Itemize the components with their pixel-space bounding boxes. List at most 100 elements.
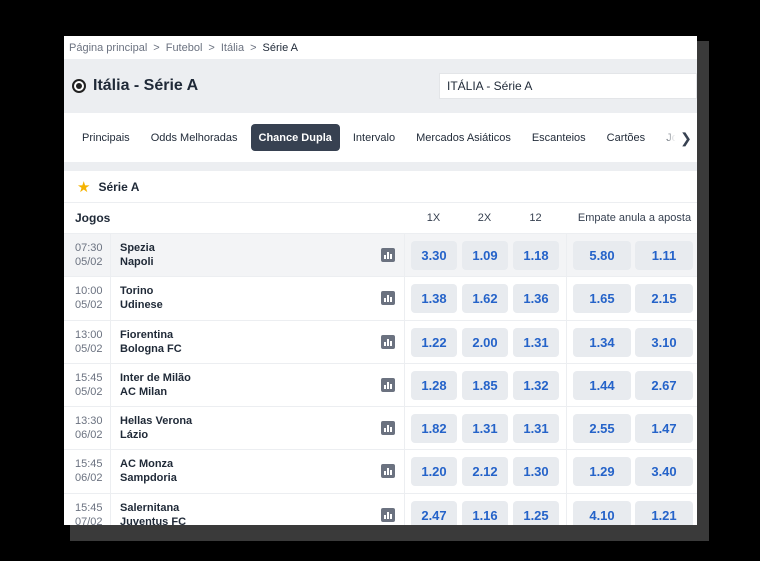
odd-draw-no-bet-away-button[interactable]: 3.40 xyxy=(635,457,693,487)
odd-1x-button[interactable]: 1.38 xyxy=(411,284,457,314)
home-team[interactable]: Hellas Verona xyxy=(120,414,192,428)
match-time: 15:45 xyxy=(75,371,103,384)
home-team[interactable]: Inter de Milão xyxy=(120,371,191,385)
match-teams[interactable]: Torino Udinese xyxy=(120,284,163,312)
tab-escanteios[interactable]: Escanteios xyxy=(524,124,594,151)
home-team[interactable]: Fiorentina xyxy=(120,328,182,342)
away-team[interactable]: AC Milan xyxy=(120,385,191,399)
odd-1x-button[interactable]: 2.47 xyxy=(411,500,457,525)
odd-1x-button[interactable]: 3.30 xyxy=(411,241,457,270)
away-team[interactable]: Juventus FC xyxy=(120,515,186,525)
odd-2x-button[interactable]: 1.09 xyxy=(462,241,508,270)
home-team[interactable]: Spezia xyxy=(120,241,155,255)
odd-12-button[interactable]: 1.25 xyxy=(513,500,559,525)
match-date: 05/02 xyxy=(75,342,103,355)
home-team[interactable]: Salernitana xyxy=(120,501,186,515)
column-headers: Jogos 1X 2X 12 Empate anula a aposta xyxy=(64,203,697,233)
match-datetime: 13:30 06/02 xyxy=(75,414,103,442)
odd-draw-no-bet-home-button[interactable]: 5.80 xyxy=(573,241,631,270)
away-team[interactable]: Udinese xyxy=(120,298,163,312)
odd-1x-button[interactable]: 1.82 xyxy=(411,414,457,444)
odd-12-button[interactable]: 1.31 xyxy=(513,327,559,357)
odd-draw-no-bet-away-button[interactable]: 1.21 xyxy=(635,500,693,525)
odd-2x-button[interactable]: 1.16 xyxy=(462,500,508,525)
odd-1x-button[interactable]: 1.20 xyxy=(411,457,457,487)
odd-1x-button[interactable]: 1.22 xyxy=(411,327,457,357)
odd-2x-button[interactable]: 1.62 xyxy=(462,284,508,314)
chevron-right-icon[interactable]: ❯ xyxy=(675,125,697,151)
odd-draw-no-bet-away-button[interactable]: 2.15 xyxy=(635,284,693,314)
row-divider xyxy=(404,363,405,407)
match-teams[interactable]: Spezia Napoli xyxy=(120,241,155,269)
odd-12-button[interactable]: 1.18 xyxy=(513,241,559,270)
row-divider xyxy=(404,493,405,525)
tab-intervalo[interactable]: Intervalo xyxy=(345,124,403,151)
bar-chart-icon[interactable] xyxy=(381,248,395,262)
match-time: 13:30 xyxy=(75,415,103,428)
breadcrumb-current: Série A xyxy=(262,41,299,54)
breadcrumb-home[interactable]: Página principal xyxy=(69,42,147,54)
tab-principais[interactable]: Principais xyxy=(74,124,138,151)
breadcrumb-sport[interactable]: Futebol xyxy=(166,42,203,54)
bar-chart-icon[interactable] xyxy=(381,291,395,306)
odd-draw-no-bet-home-button[interactable]: 2.55 xyxy=(573,414,631,444)
row-divider xyxy=(404,320,405,363)
home-team[interactable]: AC Monza xyxy=(120,457,177,471)
match-teams[interactable]: Hellas Verona Lázio xyxy=(120,414,192,442)
bar-chart-icon[interactable] xyxy=(381,507,395,522)
match-datetime: 15:45 07/02 xyxy=(75,501,103,525)
bar-chart-icon[interactable] xyxy=(381,377,395,392)
match-row: 10:00 05/02 Torino Udinese 1.38 1.62 1.36 1.65 2… xyxy=(64,276,697,320)
away-team[interactable]: Sampdoria xyxy=(120,471,177,485)
bar-chart-icon[interactable] xyxy=(381,464,395,479)
odd-2x-button[interactable]: 2.12 xyxy=(462,457,508,487)
odd-draw-no-bet-home-button[interactable]: 4.10 xyxy=(573,500,631,525)
odd-draw-no-bet-home-button[interactable]: 1.65 xyxy=(573,284,631,314)
games-column-header: Jogos xyxy=(75,211,111,225)
match-teams[interactable]: Inter de Milão AC Milan xyxy=(120,371,191,399)
odd-draw-no-bet-away-button[interactable]: 1.47 xyxy=(635,414,693,444)
odd-draw-no-bet-home-button[interactable]: 1.34 xyxy=(573,327,631,357)
star-icon[interactable]: ★ xyxy=(77,178,90,196)
away-team[interactable]: Bologna FC xyxy=(120,342,182,356)
bar-chart-icon[interactable] xyxy=(381,334,395,349)
breadcrumb-country[interactable]: Itália xyxy=(221,42,244,54)
tab-mercados-asiaticos[interactable]: Mercados Asiáticos xyxy=(408,124,519,151)
odd-2x-button[interactable]: 1.85 xyxy=(462,370,508,400)
match-date: 06/02 xyxy=(75,429,103,442)
match-teams[interactable]: Fiorentina Bologna FC xyxy=(120,328,182,356)
match-time: 15:45 xyxy=(75,501,103,514)
bar-chart-icon[interactable] xyxy=(381,421,395,436)
odd-2x-button[interactable]: 2.00 xyxy=(462,327,508,357)
odd-12-button[interactable]: 1.30 xyxy=(513,457,559,487)
match-teams[interactable]: Salernitana Juventus FC xyxy=(120,501,186,525)
competition-search-input[interactable]: ITÁLIA - Série A xyxy=(439,73,697,99)
league-header[interactable]: ★ Série A xyxy=(64,171,697,203)
match-date: 06/02 xyxy=(75,472,103,485)
home-team[interactable]: Torino xyxy=(120,284,163,298)
away-team[interactable]: Napoli xyxy=(120,255,155,269)
odd-draw-no-bet-away-button[interactable]: 2.67 xyxy=(635,370,693,400)
odd-12-button[interactable]: 1.36 xyxy=(513,284,559,314)
breadcrumb-chevron-icon: > xyxy=(208,41,215,54)
tab-chance-dupla[interactable]: Chance Dupla xyxy=(250,124,340,151)
sportsbook-panel: Página principal > Futebol > Itália > Sé… xyxy=(64,36,697,525)
match-datetime: 07:30 05/02 xyxy=(75,241,103,269)
odd-12-button[interactable]: 1.32 xyxy=(513,370,559,400)
row-divider xyxy=(566,234,567,277)
odd-draw-no-bet-home-button[interactable]: 1.29 xyxy=(573,457,631,487)
odd-draw-no-bet-home-button[interactable]: 1.44 xyxy=(573,370,631,400)
row-divider xyxy=(566,363,567,407)
breadcrumb: Página principal > Futebol > Itália > Sé… xyxy=(64,36,697,59)
row-divider xyxy=(110,493,111,525)
odd-draw-no-bet-away-button[interactable]: 1.11 xyxy=(635,241,693,270)
tab-cartoes[interactable]: Cartões xyxy=(599,124,654,151)
odd-2x-button[interactable]: 1.31 xyxy=(462,414,508,444)
page-title: Itália - Série A xyxy=(93,77,199,94)
match-teams[interactable]: AC Monza Sampdoria xyxy=(120,457,177,485)
tab-odds-melhoradas[interactable]: Odds Melhoradas xyxy=(143,124,246,151)
away-team[interactable]: Lázio xyxy=(120,428,192,442)
odd-draw-no-bet-away-button[interactable]: 3.10 xyxy=(635,327,693,357)
odd-1x-button[interactable]: 1.28 xyxy=(411,370,457,400)
odd-12-button[interactable]: 1.31 xyxy=(513,414,559,444)
